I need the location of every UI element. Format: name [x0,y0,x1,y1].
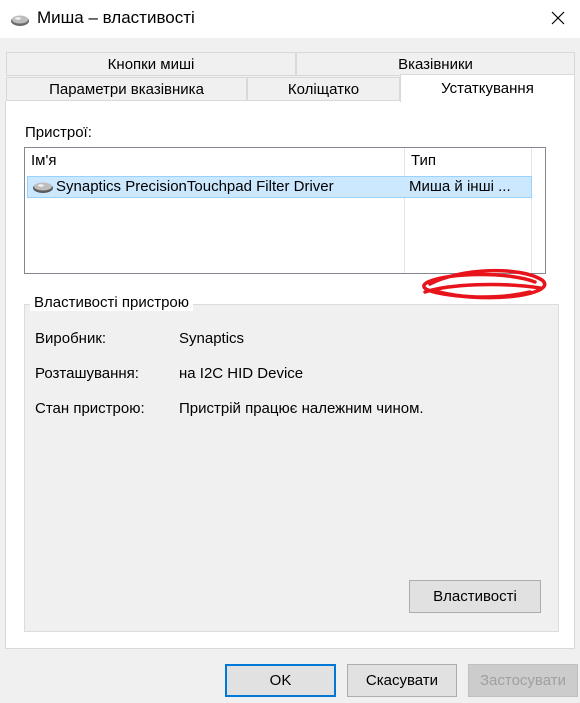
column-header-name[interactable]: Ім'я [25,148,405,174]
ok-button[interactable]: OK [225,664,336,697]
properties-button[interactable]: Властивості [409,580,541,613]
red-scribble-annotation [422,268,547,300]
title-bar: Миша – властивості [0,0,580,38]
column-divider[interactable] [404,148,405,273]
apply-button[interactable]: Застосувати [468,664,578,697]
location-label: Розташування: [35,365,139,382]
tab-wheel[interactable]: Коліщатко [247,77,400,101]
device-properties-title: Властивості пристрою [30,294,194,311]
location-value: на I2C HID Device [179,365,304,382]
mouse-icon [11,15,29,26]
tab-hardware[interactable]: Устаткування [400,74,575,102]
manufacturer-value: Synaptics [179,330,245,347]
mouse-icon [33,182,53,193]
device-type: Миша й інші ... [409,178,511,195]
device-status-value: Пристрій працює належним чином. [179,400,424,417]
close-icon[interactable] [540,2,576,34]
device-name: Synaptics PrecisionTouchpad Filter Drive… [56,178,334,195]
device-row[interactable]: Synaptics PrecisionTouchpad Filter Drive… [27,176,532,198]
tab-pointers[interactable]: Вказівники [296,52,575,76]
cancel-button[interactable]: Скасувати [347,664,457,697]
devices-label: Пристрої: [25,124,92,141]
column-header-type[interactable]: Тип [405,148,531,174]
device-status-label: Стан пристрою: [35,400,145,417]
devices-list[interactable]: Ім'я Тип Synaptics PrecisionTouchpad Fil… [24,147,546,274]
tab-mouse-buttons[interactable]: Кнопки миші [6,52,296,76]
manufacturer-label: Виробник: [35,330,107,347]
column-divider-end [531,148,532,273]
window-title: Миша – властивості [37,8,195,27]
tab-pointer-options[interactable]: Параметри вказівника [6,77,247,101]
